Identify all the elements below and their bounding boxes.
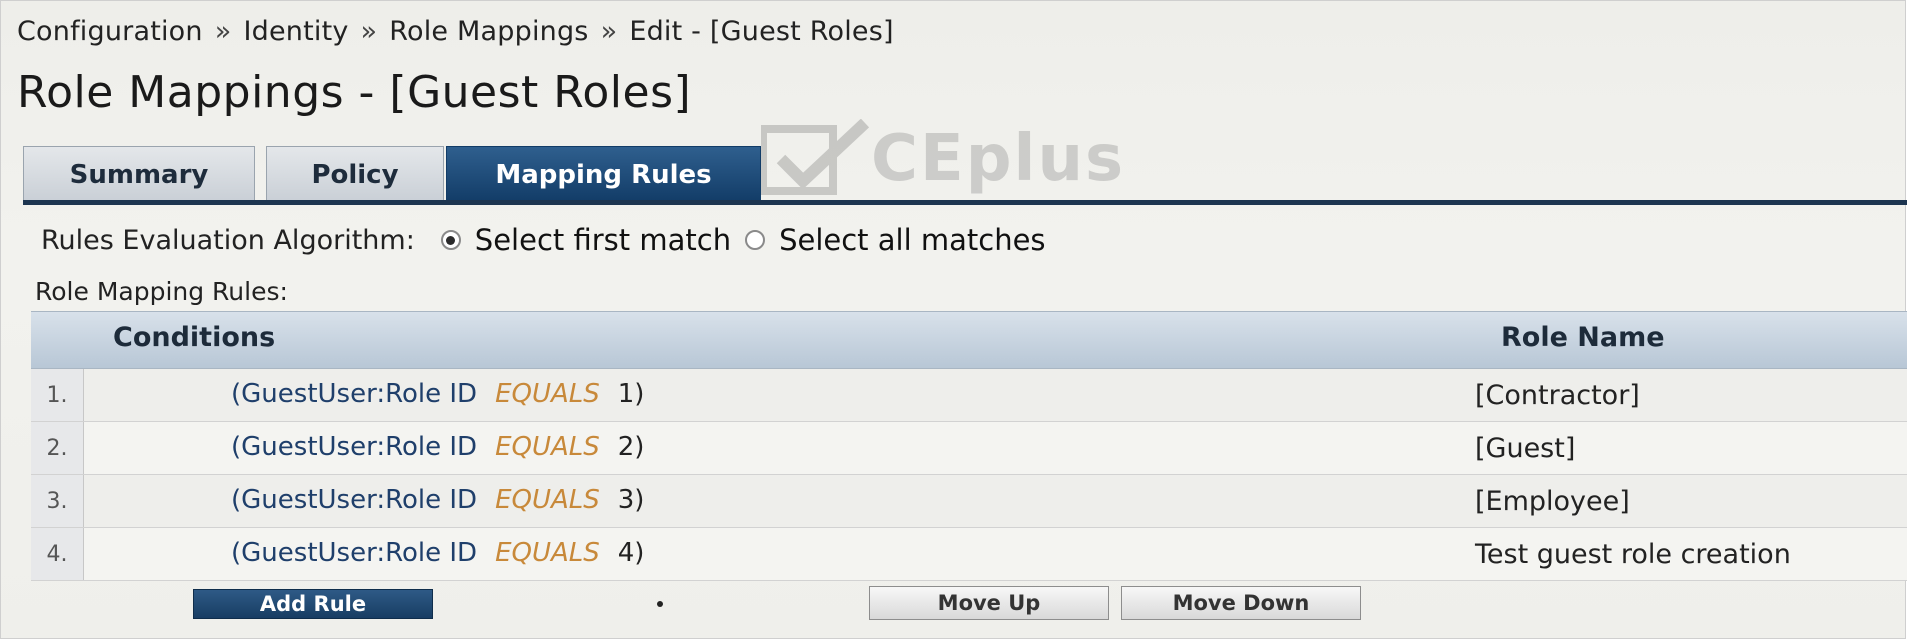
- breadcrumb-item[interactable]: Configuration: [17, 16, 203, 47]
- condition-open-paren: (: [231, 538, 242, 568]
- tab-mapping-rules[interactable]: Mapping Rules: [446, 146, 761, 202]
- radio-unselected-icon[interactable]: [745, 230, 766, 250]
- radio-label: Select all matches: [779, 223, 1046, 257]
- watermark-check-icon: [761, 119, 870, 195]
- condition-attribute: GuestUser:Role ID: [241, 538, 478, 568]
- move-up-button[interactable]: Move Up: [869, 586, 1109, 620]
- row-role-name: Test guest role creation: [1475, 539, 1791, 570]
- table-header: Conditions Role Name: [31, 311, 1907, 369]
- page-title: Role Mappings - [Guest Roles]: [17, 67, 692, 118]
- row-condition: (GuestUser:Role ID EQUALS 3): [231, 485, 644, 515]
- table-row[interactable]: 2. (GuestUser:Role ID EQUALS 2) [Guest]: [31, 422, 1907, 475]
- breadcrumb-separator: »: [600, 16, 618, 47]
- table-row[interactable]: 1. (GuestUser:Role ID EQUALS 1) [Contracto…: [31, 369, 1907, 422]
- table-row[interactable]: 3. (GuestUser:Role ID EQUALS 3) [Employee]: [31, 475, 1907, 528]
- breadcrumb-separator: »: [214, 16, 232, 47]
- tab-policy[interactable]: Policy: [266, 146, 444, 202]
- condition-value: 3): [617, 485, 645, 515]
- condition-value: 2): [617, 432, 645, 462]
- decorative-dot: [657, 601, 663, 607]
- header-role-name[interactable]: Role Name: [1501, 322, 1665, 353]
- watermark-text: CEplus: [871, 122, 1126, 196]
- condition-operator: EQUALS: [495, 485, 600, 515]
- table-row[interactable]: 4. (GuestUser:Role ID EQUALS 4) Test guest…: [31, 528, 1907, 581]
- role-mapping-rules-label: Role Mapping Rules:: [35, 277, 288, 306]
- condition-attribute: GuestUser:Role ID: [241, 432, 478, 462]
- row-number: 2.: [31, 422, 84, 474]
- condition-operator: EQUALS: [495, 538, 600, 568]
- condition-attribute: GuestUser:Role ID: [241, 379, 478, 409]
- row-condition: (GuestUser:Role ID EQUALS 4): [231, 538, 644, 568]
- breadcrumb-current: Edit - [Guest Roles]: [629, 16, 894, 47]
- page-frame: Configuration » Identity » Role Mappings » Edi…: [0, 0, 1907, 639]
- row-role-name: [Employee]: [1475, 486, 1630, 517]
- row-role-name: [Contractor]: [1475, 380, 1640, 411]
- rules-evaluation-algorithm: Rules Evaluation Algorithm: Select first…: [41, 223, 1060, 257]
- breadcrumb-item[interactable]: Role Mappings: [389, 16, 588, 47]
- rules-table: Conditions Role Name 1. (GuestUser:Role …: [31, 311, 1907, 581]
- row-number: 3.: [31, 475, 84, 527]
- breadcrumb-item[interactable]: Identity: [243, 16, 348, 47]
- row-number: 4.: [31, 528, 84, 580]
- move-down-button[interactable]: Move Down: [1121, 586, 1361, 620]
- radio-select-all-matches[interactable]: Select all matches: [745, 223, 1046, 257]
- row-condition: (GuestUser:Role ID EQUALS 1): [231, 379, 644, 409]
- add-rule-button[interactable]: Add Rule: [193, 589, 433, 619]
- condition-value: 4): [617, 538, 645, 568]
- row-number: 1.: [31, 369, 84, 421]
- radio-select-first-match[interactable]: Select first match: [440, 223, 732, 257]
- condition-operator: EQUALS: [495, 432, 600, 462]
- breadcrumb: Configuration » Identity » Role Mappings » Edi…: [17, 16, 894, 47]
- condition-value: 1): [617, 379, 645, 409]
- radio-label: Select first match: [474, 223, 732, 257]
- condition-open-paren: (: [231, 485, 242, 515]
- tab-underline: [23, 200, 1907, 205]
- condition-operator: EQUALS: [495, 379, 600, 409]
- algorithm-label: Rules Evaluation Algorithm:: [41, 224, 415, 256]
- condition-open-paren: (: [231, 432, 242, 462]
- row-role-name: [Guest]: [1475, 433, 1576, 464]
- header-conditions[interactable]: Conditions: [113, 322, 275, 353]
- row-condition: (GuestUser:Role ID EQUALS 2): [231, 432, 644, 462]
- condition-open-paren: (: [231, 379, 242, 409]
- watermark: CEplus: [761, 119, 1125, 199]
- breadcrumb-separator: »: [360, 16, 378, 47]
- condition-attribute: GuestUser:Role ID: [241, 485, 478, 515]
- radio-selected-icon[interactable]: [440, 230, 461, 250]
- tab-summary[interactable]: Summary: [23, 146, 255, 202]
